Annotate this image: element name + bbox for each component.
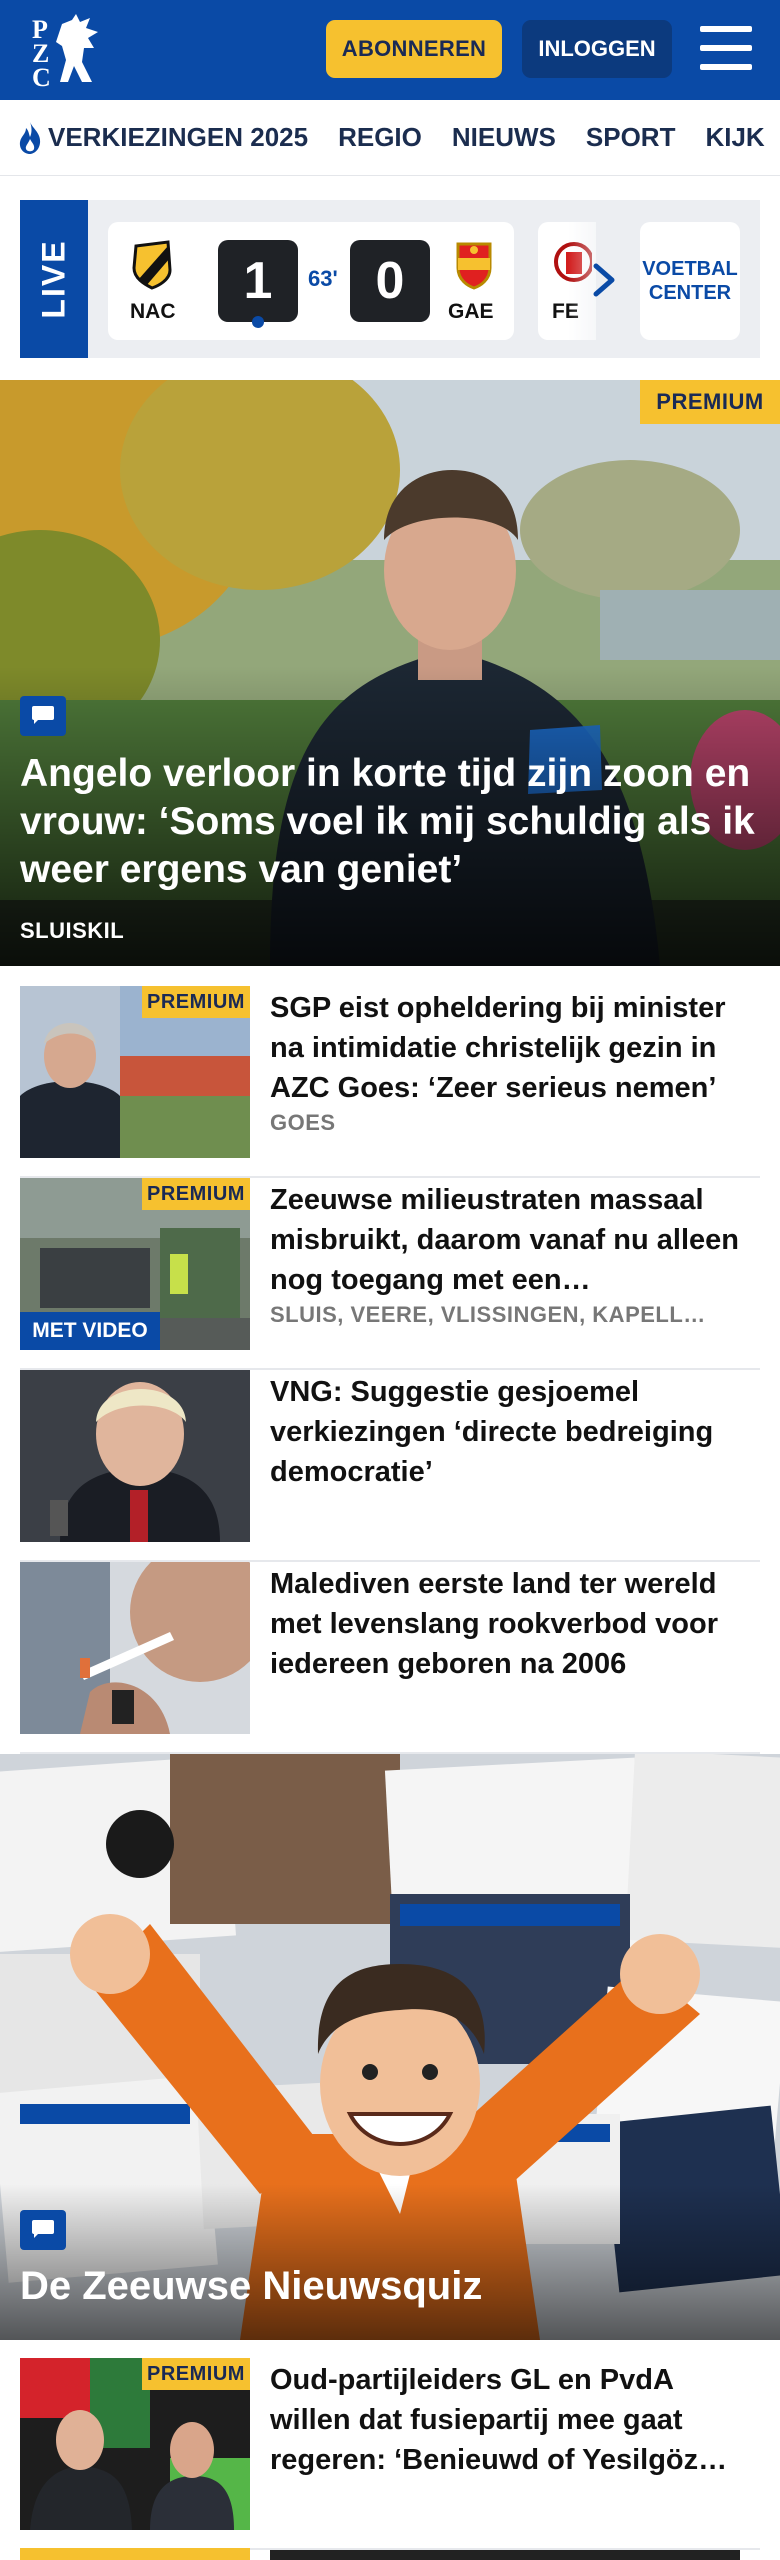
premium-badge: PREMIUM (142, 1178, 250, 1210)
article-thumbnail (20, 1562, 250, 1734)
premium-badge: PREMIUM (142, 986, 250, 1018)
article-photo (20, 1562, 250, 1734)
article-title[interactable]: Malediven eerste land ter wereld met lev… (270, 1564, 760, 1724)
article-title[interactable]: Oud-partijleiders GL en PvdA willen dat … (270, 2360, 760, 2480)
article-thumbnail: PREMIUM (20, 986, 250, 1158)
quiz-feature[interactable]: De Zeeuwse Nieuwsquiz (0, 1754, 780, 2340)
article-location: SLUIS, VEERE, VLISSINGEN, KAPELL… (270, 1302, 706, 1327)
live-scores-bar: LIVE NAC 1 63' 0 GAE FE VOETBAL CENTER (20, 200, 760, 358)
nav-item-verkiezingen[interactable]: VERKIEZINGEN 2025 (16, 121, 308, 155)
comment-icon (20, 2210, 66, 2250)
article-thumbnail: PREMIUM MET VIDEO (20, 1178, 250, 1350)
gae-club-icon (456, 242, 492, 290)
article-photo (20, 1370, 250, 1542)
article-title[interactable]: VNG: Suggestie gesjoemel verkiezingen ‘d… (270, 1372, 760, 1532)
article-item[interactable]: PREMIUM Oud-partijleiders GL en PvdA wil… (20, 2358, 760, 2550)
live-indicator-dot (252, 316, 264, 328)
subscribe-button[interactable]: ABONNEREN (326, 20, 502, 78)
flame-icon (19, 121, 41, 154)
video-badge: MET VIDEO (20, 1312, 160, 1350)
home-score: 1 (218, 240, 298, 322)
away-score: 0 (350, 240, 430, 322)
article-item[interactable]: Malediven eerste land ter wereld met lev… (20, 1562, 760, 1754)
hero-title[interactable]: Angelo verloor in korte tijd zijn zoon e… (20, 750, 760, 894)
article-location: GOES (270, 1110, 336, 1135)
quiz-title[interactable]: De Zeeuwse Nieuwsquiz (20, 2264, 482, 2309)
nav-item-regio[interactable]: REGIO (338, 122, 422, 153)
main-nav: VERKIEZINGEN 2025 REGIO NIEUWS SPORT KIJ… (0, 100, 780, 176)
voetbal-center-button[interactable]: VOETBAL CENTER (640, 222, 740, 340)
svg-text:C: C (32, 63, 51, 88)
menu-icon[interactable] (700, 26, 752, 70)
pzc-logo[interactable]: P Z C (28, 12, 114, 88)
nav-item-sport[interactable]: SPORT (586, 122, 676, 153)
article-item[interactable]: PREMIUM SGP eist opheldering bij ministe… (20, 986, 760, 1178)
home-team-name: NAC (130, 300, 176, 323)
nav-item-nieuws[interactable]: NIEUWS (452, 122, 556, 153)
away-team-name: GAE (448, 300, 494, 323)
top-header: P Z C ABONNEREN INLOGGEN (0, 0, 780, 100)
article-thumbnail: PREMIUM (20, 2358, 250, 2530)
live-label: LIVE (35, 239, 72, 319)
next-article-peek (20, 2548, 250, 2560)
article-item[interactable]: PREMIUM MET VIDEO Zeeuwse milieustraten … (20, 1178, 760, 1370)
premium-badge: PREMIUM (640, 380, 780, 424)
next-article-title-peek (270, 2550, 740, 2560)
chevron-right-icon[interactable] (584, 258, 624, 302)
hero-location: SLUISKIL (20, 918, 125, 943)
article-title[interactable]: SGP eist opheldering bij minister na int… (270, 988, 760, 1108)
nav-label: VERKIEZINGEN 2025 (48, 122, 309, 152)
nav-item-kijk[interactable]: KIJK (705, 122, 764, 153)
article-thumbnail (20, 1370, 250, 1542)
match-card[interactable]: NAC 1 63' 0 GAE (108, 222, 514, 340)
login-button[interactable]: INLOGGEN (522, 20, 672, 78)
premium-badge: PREMIUM (142, 2358, 250, 2390)
match-minute: 63' (308, 266, 338, 291)
quiz-illustration (0, 1754, 780, 2340)
hero-article[interactable]: PREMIUM Angelo verloor in korte tijd zij… (0, 380, 780, 966)
comment-icon (20, 696, 66, 736)
live-tab: LIVE (20, 200, 88, 358)
nac-club-icon (132, 240, 172, 290)
article-title[interactable]: Zeeuwse milieustraten massaal misbruikt,… (270, 1180, 760, 1300)
article-item[interactable]: VNG: Suggestie gesjoemel verkiezingen ‘d… (20, 1370, 760, 1562)
